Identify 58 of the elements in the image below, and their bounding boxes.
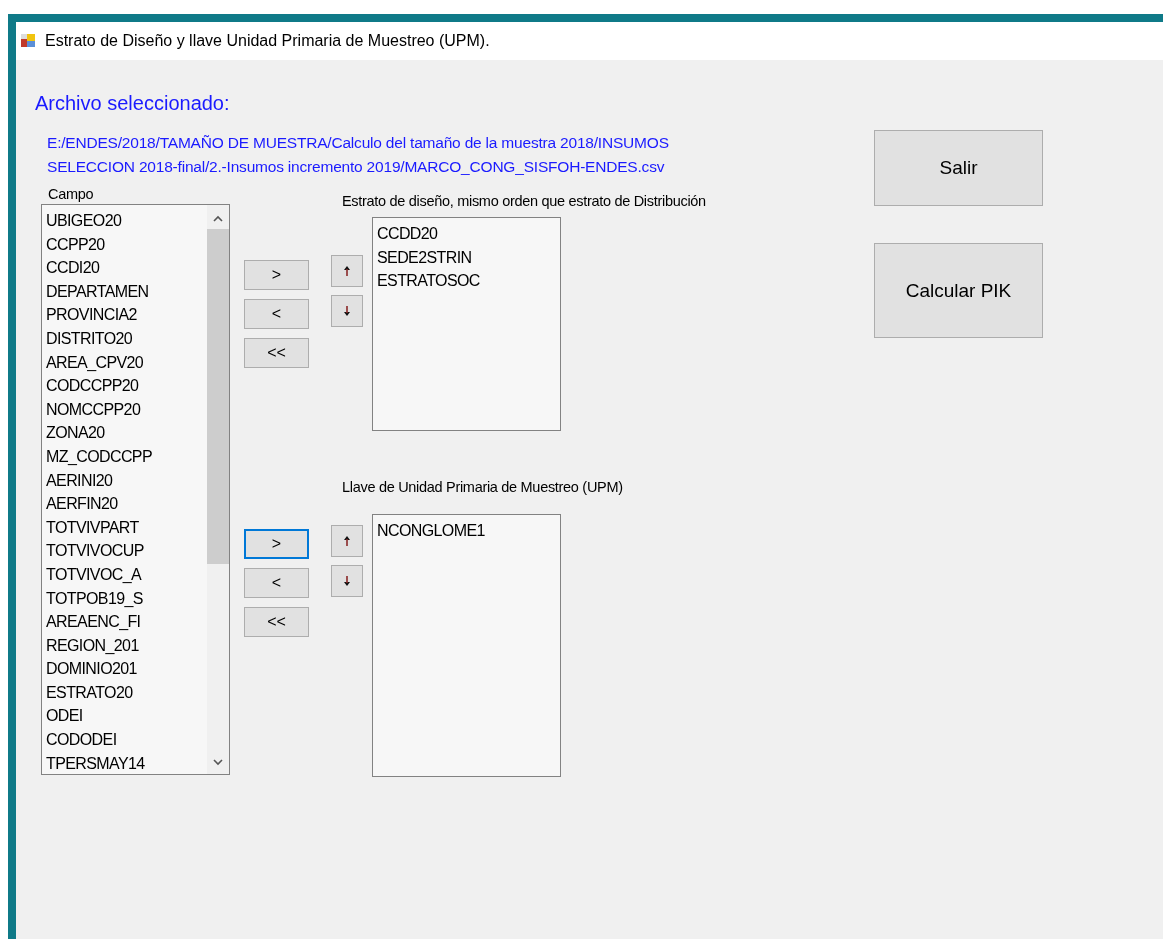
remove-all-button[interactable]: << <box>244 338 309 368</box>
list-item[interactable]: DOMINIO201 <box>46 657 137 681</box>
scrollbar-thumb[interactable] <box>207 229 229 564</box>
field-list[interactable] <box>41 204 230 775</box>
list-item[interactable]: CCDI20 <box>46 256 100 280</box>
remove-button[interactable]: < <box>244 299 309 329</box>
list-item[interactable]: AREA_CPV20 <box>46 350 144 375</box>
list-item[interactable]: TOTVIVOC_A <box>46 562 142 587</box>
list-label: Estrato de diseño, mismo orden que estrato de Distribución <box>342 192 706 211</box>
app-icon <box>20 33 36 49</box>
list-item[interactable]: DISTRITO20 <box>46 326 133 351</box>
list-item[interactable]: TOTPOB19_S <box>46 586 143 611</box>
list-item[interactable]: AERFIN20 <box>46 492 118 516</box>
list-item[interactable]: SEDE2STRIN <box>377 245 472 270</box>
list-item[interactable]: PROVINCIA2 <box>46 303 137 327</box>
scrollbar[interactable] <box>207 205 229 774</box>
list-item[interactable]: UBIGEO20 <box>46 209 122 233</box>
move-down-button[interactable] <box>331 565 363 597</box>
scroll-down-icon[interactable] <box>212 758 224 766</box>
arrow-up-icon <box>343 535 351 547</box>
arrow-down-icon <box>343 305 351 317</box>
list-item[interactable]: NCONGLOME1 <box>377 519 485 543</box>
window-title: Estrato de Diseño y llave Unidad Primaria de Muestreo (UPM). <box>45 32 490 50</box>
list-label: Llave de Unidad Primaria de Muestreo (UPM) <box>342 478 624 497</box>
arrow-up-icon <box>343 265 351 277</box>
move-down-button[interactable] <box>331 295 363 327</box>
calculate-button[interactable]: Calcular PIK <box>874 243 1043 338</box>
list-item[interactable]: CODCCPP20 <box>46 374 139 398</box>
list-item[interactable]: DEPARTAMEN <box>46 279 149 304</box>
list-item[interactable]: ESTRATO20 <box>46 680 133 705</box>
list-item[interactable]: ODEI <box>46 704 83 729</box>
list-item[interactable]: CCPP20 <box>46 232 105 257</box>
add-button[interactable]: > <box>244 529 309 559</box>
list-item[interactable]: ESTRATOSOC <box>377 269 480 293</box>
list-item[interactable]: NOMCCPP20 <box>46 397 141 422</box>
selected-field-list[interactable]: NCONGLOME1 <box>372 514 561 777</box>
list-item[interactable]: TPERSMAY14 <box>46 751 145 774</box>
list-item[interactable]: CODODEI <box>46 728 117 752</box>
move-up-button[interactable] <box>331 525 363 557</box>
add-button[interactable]: > <box>244 260 309 290</box>
field-list-label: Campo <box>48 185 95 204</box>
file-path: E:/ENDES/2018/TAMAÑO DE MUESTRA/Calculo del tamaño de la muestra 2018/INSUMOS SELECCION 2018-final/2.-Insumos incremento 2019/MARCO_CONG_SISFOH-ENDES.csv <box>47 133 670 177</box>
list-item[interactable]: TOTVIVPART <box>46 515 139 540</box>
file-label: Archivo seleccionado: <box>35 91 231 116</box>
exit-button[interactable]: Salir <box>874 130 1043 206</box>
list-item[interactable]: CCDD20 <box>377 222 438 246</box>
remove-all-button[interactable]: << <box>244 607 309 637</box>
list-item[interactable]: ZONA20 <box>46 421 105 445</box>
list-item[interactable]: AREAENC_FI <box>46 610 141 634</box>
list-item[interactable]: AERINI20 <box>46 468 113 493</box>
selected-field-list[interactable]: CCDD20 SEDE2STRIN ESTRATOSOC <box>372 217 561 431</box>
remove-button[interactable]: < <box>244 568 309 598</box>
move-up-button[interactable] <box>331 255 363 287</box>
list-item[interactable]: TOTVIVOCUP <box>46 539 144 563</box>
scroll-up-icon[interactable] <box>212 215 224 223</box>
list-item[interactable]: REGION_201 <box>46 633 139 658</box>
list-item[interactable]: MZ_CODCCPP <box>46 444 152 469</box>
arrow-down-icon <box>343 575 351 587</box>
